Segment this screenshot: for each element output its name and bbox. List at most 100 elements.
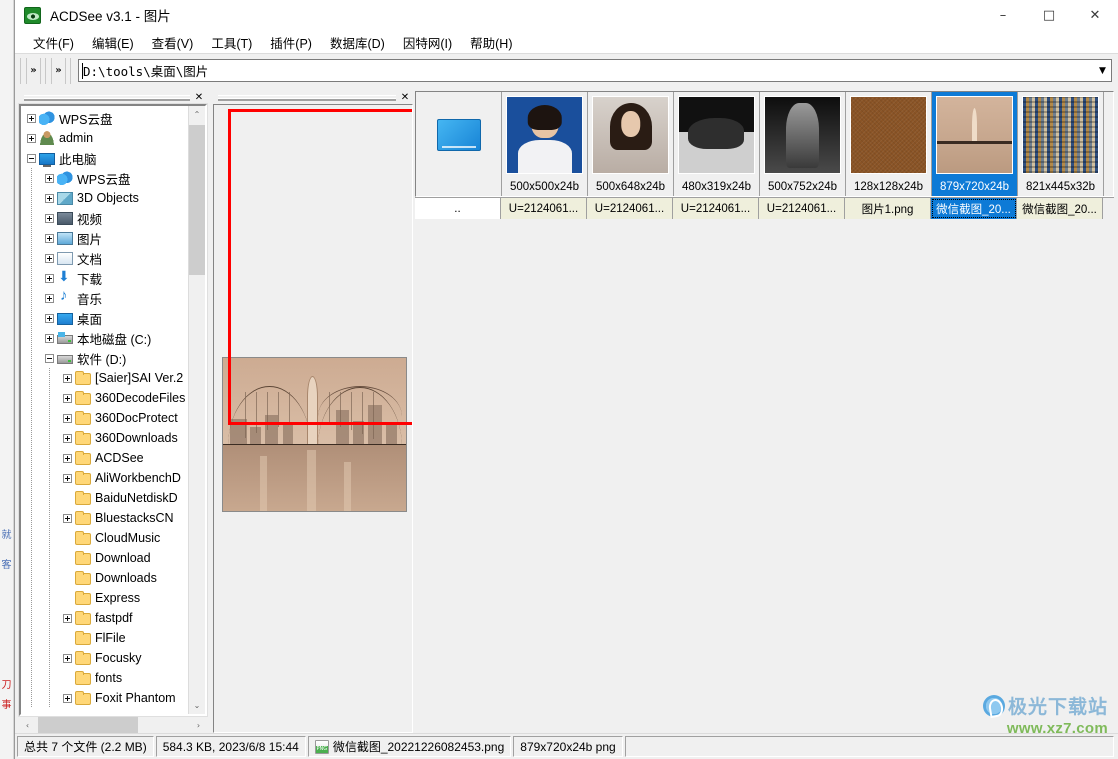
- toolbar-overflow-button-2[interactable]: »: [51, 57, 66, 84]
- expand-icon[interactable]: [45, 173, 54, 183]
- expand-icon[interactable]: [45, 233, 54, 243]
- tree-node[interactable]: 360Downloads: [21, 428, 188, 448]
- expand-icon[interactable]: [45, 333, 54, 343]
- expand-icon[interactable]: [45, 253, 54, 263]
- tree-node[interactable]: 软件 (D:): [21, 348, 188, 368]
- thumbnail-item[interactable]: 821x445x32b: [1018, 92, 1104, 196]
- thumbnail-caption[interactable]: U=2124061...: [587, 198, 673, 219]
- menu-view[interactable]: 查看(V): [143, 31, 203, 54]
- folder-tree-close-icon[interactable]: ✕: [193, 92, 205, 104]
- thumbnail-item[interactable]: 500x752x24b: [760, 92, 846, 196]
- thumbnail-item[interactable]: 879x720x24b: [932, 92, 1018, 196]
- menu-internet[interactable]: 因特网(I): [394, 31, 461, 54]
- expand-icon[interactable]: [63, 613, 72, 623]
- tree-node[interactable]: fonts: [21, 668, 188, 688]
- menu-tools[interactable]: 工具(T): [202, 31, 261, 54]
- expand-icon[interactable]: [63, 513, 72, 523]
- tree-node[interactable]: 视频: [21, 208, 188, 228]
- thumbnail-item[interactable]: [416, 92, 502, 196]
- menu-help[interactable]: 帮助(H): [461, 31, 521, 54]
- tree-node[interactable]: 360DecodeFiles: [21, 388, 188, 408]
- expand-icon[interactable]: [45, 213, 54, 223]
- tree-node[interactable]: CloudMusic: [21, 528, 188, 548]
- expand-icon[interactable]: [45, 293, 54, 303]
- tree-node[interactable]: 文档: [21, 248, 188, 268]
- folder-tree-vscrollbar[interactable]: ⌃ ⌄: [188, 106, 205, 714]
- tree-node[interactable]: Focusky: [21, 648, 188, 668]
- maximize-button[interactable]: □: [1026, 0, 1072, 31]
- thumbnail-item[interactable]: 500x500x24b: [502, 92, 588, 196]
- tree-node[interactable]: 此电脑: [21, 148, 188, 168]
- tree-node[interactable]: 360DocProtect: [21, 408, 188, 428]
- menu-plugins[interactable]: 插件(P): [261, 31, 321, 54]
- menu-edit[interactable]: 编辑(E): [83, 31, 143, 54]
- tree-node[interactable]: ACDSee: [21, 448, 188, 468]
- folder-tree-header[interactable]: ✕: [19, 91, 207, 104]
- vscroll-track[interactable]: [189, 123, 205, 697]
- expand-icon[interactable]: [27, 133, 36, 143]
- thumbnail-item[interactable]: 480x319x24b: [674, 92, 760, 196]
- expand-icon[interactable]: [63, 373, 72, 383]
- thumbnail-caption[interactable]: U=2124061...: [501, 198, 587, 219]
- folder-tree-hscrollbar[interactable]: ‹ ›: [19, 716, 207, 733]
- scroll-right-icon[interactable]: ›: [190, 717, 207, 733]
- expand-icon[interactable]: [63, 433, 72, 443]
- expand-icon[interactable]: [63, 473, 72, 483]
- expand-icon[interactable]: [45, 193, 54, 203]
- tree-node[interactable]: 图片: [21, 228, 188, 248]
- tree-node[interactable]: 本地磁盘 (C:): [21, 328, 188, 348]
- tree-node[interactable]: 桌面: [21, 308, 188, 328]
- tree-node[interactable]: WPS云盘: [21, 168, 188, 188]
- tree-node[interactable]: [Saier]SAI Ver.2: [21, 368, 188, 388]
- folder-tree-drag-grip[interactable]: [24, 95, 190, 101]
- vscroll-thumb[interactable]: [189, 125, 205, 275]
- toolbar-overflow-button-1[interactable]: »: [26, 57, 41, 84]
- tree-node[interactable]: WPS云盘: [21, 108, 188, 128]
- scroll-down-icon[interactable]: ⌄: [189, 697, 205, 714]
- expand-icon[interactable]: [63, 413, 72, 423]
- tree-node[interactable]: BaiduNetdiskD: [21, 488, 188, 508]
- close-button[interactable]: ✕: [1072, 0, 1118, 31]
- expand-icon[interactable]: [27, 113, 36, 123]
- thumbnail-caption[interactable]: 微信截图_20...: [931, 198, 1017, 219]
- tree-node[interactable]: fastpdf: [21, 608, 188, 628]
- preview-pane-header[interactable]: ✕: [213, 91, 413, 104]
- thumbnail-caption[interactable]: ..: [415, 198, 501, 219]
- hscroll-track[interactable]: [36, 717, 190, 733]
- minimize-button[interactable]: –: [980, 0, 1026, 31]
- thumbnail-item[interactable]: 500x648x24b: [588, 92, 674, 196]
- tree-node[interactable]: BluestacksCN: [21, 508, 188, 528]
- preview-close-icon[interactable]: ✕: [399, 92, 411, 104]
- scroll-left-icon[interactable]: ‹: [19, 717, 36, 733]
- thumbnail-caption[interactable]: 图片1.png: [845, 198, 931, 219]
- scroll-up-icon[interactable]: ⌃: [189, 106, 205, 123]
- tree-node[interactable]: 音乐: [21, 287, 188, 308]
- thumbnail-caption[interactable]: U=2124061...: [759, 198, 845, 219]
- tree-node[interactable]: FlFile: [21, 628, 188, 648]
- expand-icon[interactable]: [45, 273, 54, 283]
- chevron-down-icon[interactable]: ▼: [1094, 60, 1111, 81]
- collapse-icon[interactable]: [45, 353, 54, 363]
- expand-icon[interactable]: [45, 313, 54, 323]
- preview-canvas[interactable]: [213, 104, 413, 733]
- menu-database[interactable]: 数据库(D): [321, 31, 394, 54]
- expand-icon[interactable]: [63, 453, 72, 463]
- tree-node[interactable]: Downloads: [21, 568, 188, 588]
- tree-node[interactable]: Foxit Phantom: [21, 688, 188, 708]
- tree-node[interactable]: AliWorkbenchD: [21, 468, 188, 488]
- thumbnail-caption[interactable]: 微信截图_20...: [1017, 198, 1103, 219]
- preview-drag-grip[interactable]: [218, 95, 396, 101]
- tree-node[interactable]: Express: [21, 588, 188, 608]
- address-bar[interactable]: D:\tools\桌面\图片 ▼: [78, 59, 1112, 82]
- tree-node[interactable]: Download: [21, 548, 188, 568]
- tree-node[interactable]: 下载: [21, 268, 188, 288]
- thumbnail-item[interactable]: 128x128x24b: [846, 92, 932, 196]
- collapse-icon[interactable]: [27, 153, 36, 163]
- tree-node[interactable]: 3D Objects: [21, 188, 188, 208]
- thumbnail-caption[interactable]: U=2124061...: [673, 198, 759, 219]
- tree-node[interactable]: admin: [21, 128, 188, 148]
- hscroll-thumb[interactable]: [38, 717, 138, 733]
- expand-icon[interactable]: [63, 393, 72, 403]
- expand-icon[interactable]: [63, 693, 72, 703]
- menu-file[interactable]: 文件(F): [24, 31, 83, 54]
